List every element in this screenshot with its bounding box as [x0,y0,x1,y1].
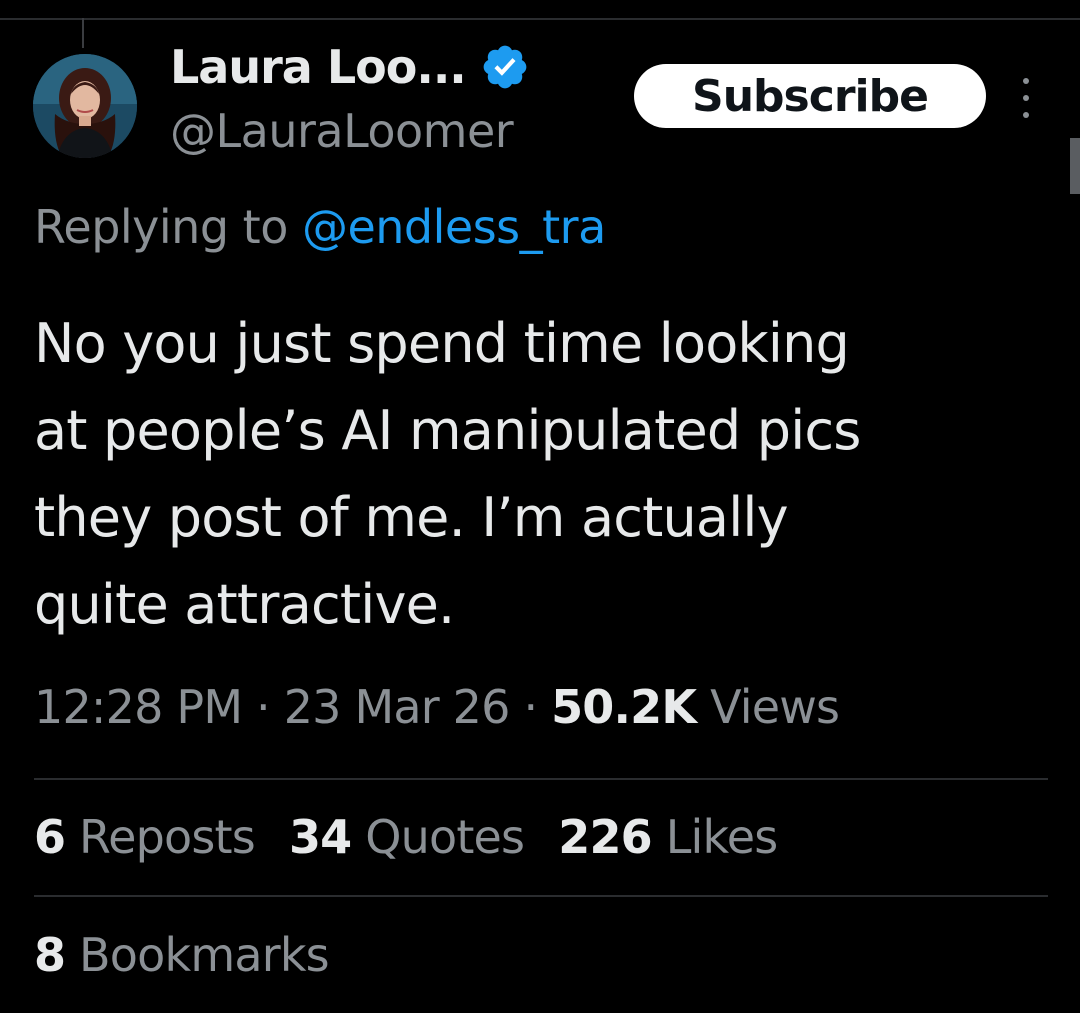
tweet-text-line: they post of me. I’m actually [34,486,789,549]
more-vertical-icon[interactable] [1016,78,1036,118]
author-name-row: Laura Loo... [170,36,530,98]
avatar[interactable] [33,54,137,158]
bookmarks-count: 8 [34,928,66,982]
user-avatar-icon [33,54,137,158]
tweet-metadata: 12:28 PM · 23 Mar 26 · 50.2K Views [34,680,840,734]
top-divider [0,18,1080,20]
more-dot [1023,78,1029,84]
views-count: 50.2K [551,680,697,734]
more-dot [1023,95,1029,101]
replying-to-handle-link[interactable]: @endless_tra [302,200,606,254]
tweet-text-line: quite attractive. [34,573,455,636]
replying-to-prefix: Replying to [34,200,288,254]
reposts-count: 6 [34,810,66,864]
subscribe-button[interactable]: Subscribe [634,64,986,128]
tweet-text: No you just spend time looking at people… [34,300,1034,648]
meta-separator: · [256,680,271,734]
tweet-time[interactable]: 12:28 PM [34,680,243,734]
tweet-text-line: No you just spend time looking [34,312,850,375]
views-label: Views [710,680,840,734]
engagement-stats: 6 Reposts 34 Quotes 226 Likes [34,810,778,864]
meta-separator: · [523,680,538,734]
likes-count: 226 [558,810,652,864]
quotes-count: 34 [288,810,352,864]
tweet-date[interactable]: 23 Mar 26 [284,680,511,734]
stats-divider-bottom [34,895,1048,897]
thread-connector-line [82,18,84,48]
scrollbar-thumb[interactable] [1070,138,1080,194]
quotes-stat[interactable]: 34 Quotes [288,810,525,864]
likes-label: Likes [665,810,778,864]
bookmarks-label: Bookmarks [79,928,330,982]
verified-badge-icon[interactable] [480,42,530,92]
reposts-stat[interactable]: 6 Reposts [34,810,256,864]
more-dot [1023,112,1029,118]
author-handle[interactable]: @LauraLoomer [170,104,514,158]
quotes-label: Quotes [365,810,525,864]
reposts-label: Reposts [79,810,256,864]
author-display-name[interactable]: Laura Loo... [170,40,467,94]
likes-stat[interactable]: 226 Likes [558,810,778,864]
tweet-text-line: at people’s AI manipulated pics [34,399,861,462]
stats-divider-top [34,778,1048,780]
bookmarks-stat[interactable]: 8 Bookmarks [34,928,330,982]
replying-to-line: Replying to @endless_tra [34,200,606,254]
